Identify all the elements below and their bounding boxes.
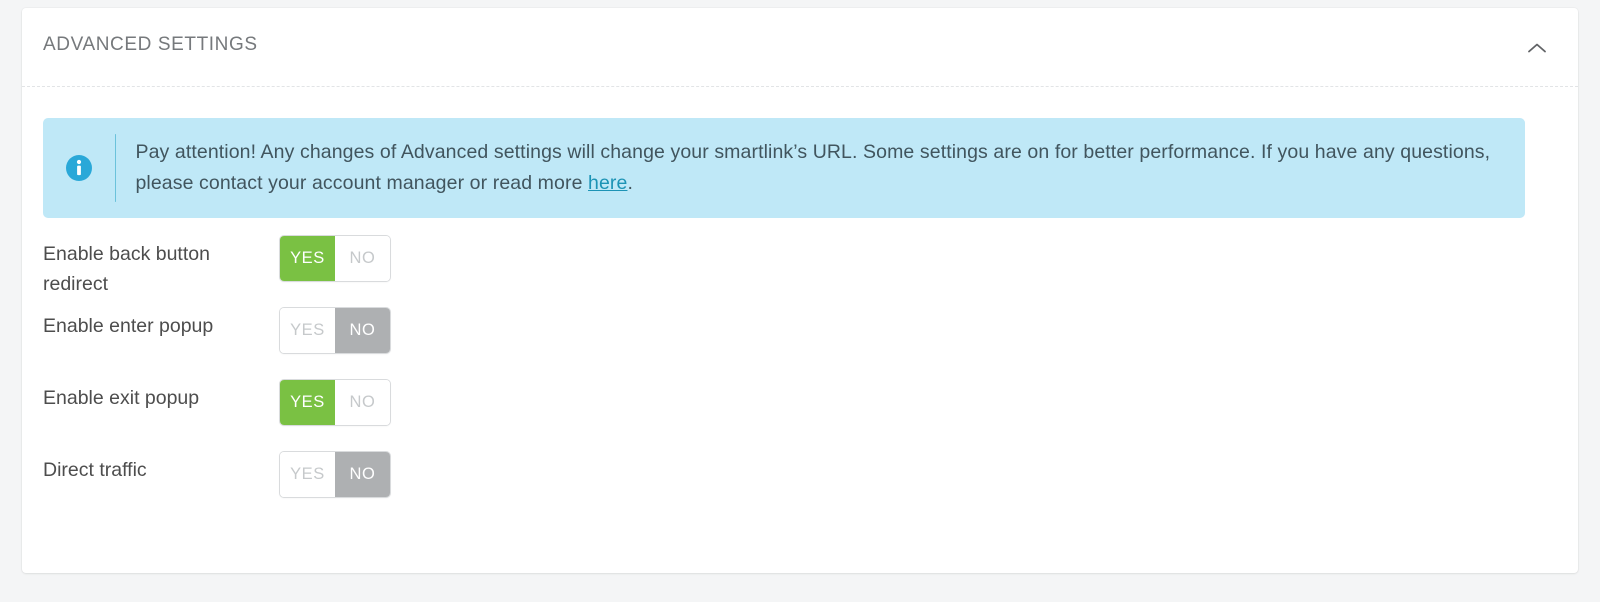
setting-label: Enable exit popup: [43, 387, 200, 409]
toggle-option-no[interactable]: NO: [335, 308, 390, 353]
info-icon-wrap: [43, 154, 115, 182]
toggle-enable-enter-popup[interactable]: YES NO: [280, 308, 390, 353]
banner-divider: [115, 134, 117, 202]
toggle-option-yes[interactable]: YES: [280, 308, 335, 353]
setting-label: Enable back button redirect: [43, 243, 210, 295]
collapse-panel-button[interactable]: [1522, 34, 1552, 62]
read-more-here-link[interactable]: here: [588, 172, 627, 194]
toggle-option-no[interactable]: NO: [335, 452, 390, 497]
banner-text-after-link: .: [627, 172, 633, 194]
info-circle-icon: [65, 154, 93, 182]
card-header: ADVANCED SETTINGS: [22, 8, 1578, 87]
toggle-option-yes[interactable]: YES: [280, 452, 335, 497]
info-banner: Pay attention! Any changes of Advanced s…: [43, 118, 1525, 218]
toggle-enable-back-button-redirect[interactable]: YES NO: [280, 236, 390, 281]
toggle-direct-traffic[interactable]: YES NO: [280, 452, 390, 497]
toggle-enable-exit-popup[interactable]: YES NO: [280, 380, 390, 425]
advanced-settings-card: ADVANCED SETTINGS Pay attention! Any cha…: [22, 8, 1578, 573]
chevron-up-icon: [1527, 42, 1547, 54]
setting-row-back-button-redirect: Enable back button redirect YES NO: [22, 236, 1578, 308]
setting-label: Enable enter popup: [43, 315, 214, 337]
toggle-option-no[interactable]: NO: [335, 380, 390, 425]
banner-text: Pay attention! Any changes of Advanced s…: [135, 137, 1525, 199]
toggle-option-yes[interactable]: YES: [280, 236, 335, 281]
banner-text-before-link: Pay attention! Any changes of Advanced s…: [135, 141, 1491, 194]
setting-row-direct-traffic: Direct traffic YES NO: [22, 452, 1578, 524]
toggle-option-no[interactable]: NO: [335, 236, 390, 281]
setting-row-enter-popup: Enable enter popup YES NO: [22, 308, 1578, 380]
toggle-option-yes[interactable]: YES: [280, 380, 335, 425]
setting-label: Direct traffic: [43, 459, 147, 481]
setting-row-exit-popup: Enable exit popup YES NO: [22, 380, 1578, 452]
page-title: ADVANCED SETTINGS: [43, 34, 258, 55]
settings-list: Enable back button redirect YES NO Enabl…: [22, 236, 1578, 524]
